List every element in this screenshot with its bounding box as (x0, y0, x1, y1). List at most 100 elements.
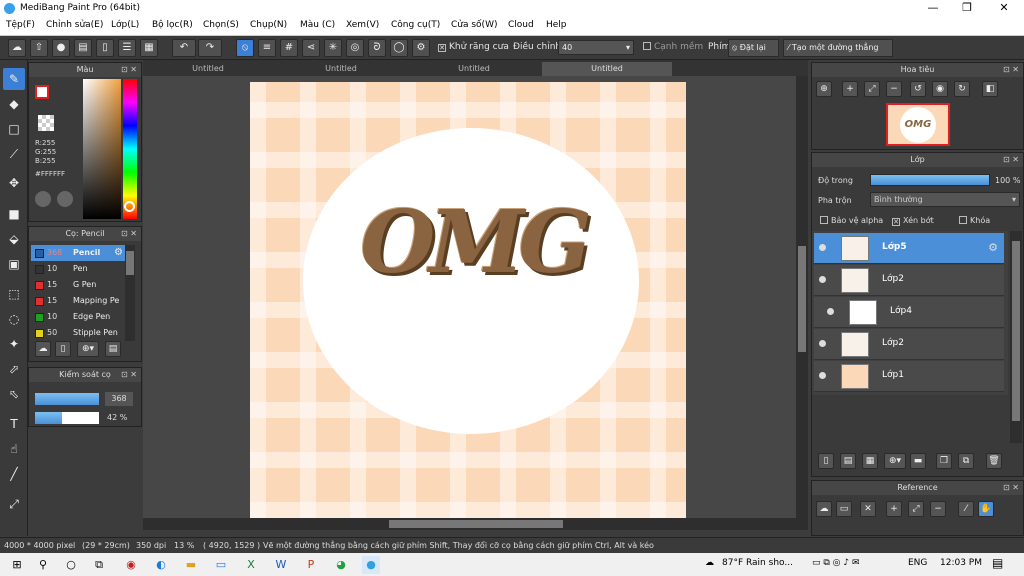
computer-icon[interactable]: ▭ (212, 556, 230, 574)
eye-icon[interactable] (819, 372, 826, 379)
panel-close-icon[interactable]: ⊡ ✕ (1003, 153, 1019, 167)
new-halftone-layer-icon[interactable]: ▤ (840, 453, 856, 469)
word-icon[interactable]: W (272, 556, 290, 574)
drawing-canvas[interactable]: OMG (250, 82, 686, 518)
panel-close-icon[interactable]: ⊡ ✕ (121, 63, 137, 77)
brush-item[interactable]: 10 Pen (31, 261, 125, 277)
gear-icon[interactable]: ⚙ (988, 241, 998, 254)
zoom-fit-icon[interactable]: ⊕ (816, 81, 832, 97)
snap-curve-icon[interactable]: ᘐ (368, 39, 386, 57)
cortana-icon[interactable]: ○ (62, 556, 80, 574)
undo-icon[interactable]: ↶ (172, 39, 196, 57)
reference-zoom-out-icon[interactable]: − (930, 501, 946, 517)
reference-cloud-icon[interactable]: ☁ (816, 501, 832, 517)
protect-alpha-toggle[interactable]: Bảo vệ alpha (820, 216, 883, 225)
edge-toggle[interactable]: Cạnh mềm (643, 42, 703, 52)
operation-tool-icon[interactable]: ☝ (3, 438, 25, 460)
menu-filter[interactable]: Bộ lọc(R) (152, 20, 193, 30)
folder-icon[interactable]: ▬ (910, 453, 926, 469)
navigator-preview[interactable]: OMG (886, 103, 950, 146)
grid-icon[interactable]: ▦ (140, 39, 158, 57)
page-icon[interactable]: ▯ (96, 39, 114, 57)
clipping-checkbox[interactable]: ✕ (892, 218, 900, 226)
brush-item[interactable]: 368 Pencil ⚙ (31, 245, 125, 261)
powerpoint-icon[interactable]: P (302, 556, 320, 574)
cloud-icon[interactable]: ☁ (8, 39, 26, 57)
close-button[interactable]: ✕ (986, 1, 1022, 14)
vertical-scroll-thumb[interactable] (798, 246, 806, 352)
menu-view[interactable]: Xem(V) (346, 20, 379, 30)
zoom-out-icon[interactable]: − (886, 81, 902, 97)
add-layer-menu-icon[interactable]: ⊕▾ (884, 453, 906, 469)
trash-icon[interactable]: 🗑 (986, 453, 1002, 469)
snap-radial-icon[interactable]: ✳ (324, 39, 342, 57)
layer-row[interactable]: Lớp1 (814, 361, 1004, 392)
eraser-tool-icon[interactable]: ◆ (3, 93, 25, 115)
snap-ellipse-icon[interactable]: ◯ (390, 39, 408, 57)
menu-edit[interactable]: Chỉnh sửa(E) (46, 20, 103, 30)
duplicate-layer-icon[interactable]: ❐ (936, 453, 952, 469)
brush-item[interactable]: 15 Mapping Pe (31, 293, 125, 309)
panel-icon[interactable]: ▤ (74, 39, 92, 57)
menu-file[interactable]: Tệp(F) (6, 20, 35, 30)
menu-select[interactable]: Chọn(S) (203, 20, 239, 30)
file-explorer-icon[interactable]: ▬ (182, 556, 200, 574)
magic-wand-tool-icon[interactable]: ✦ (3, 333, 25, 355)
rotate-left-icon[interactable]: ↺ (910, 81, 926, 97)
brush-item[interactable]: 50 Stipple Pen (31, 325, 125, 341)
new-8bit-layer-icon[interactable]: ▦ (862, 453, 878, 469)
horizontal-scrollbar[interactable] (143, 518, 808, 530)
windows-start-icon[interactable]: ⊞ (8, 556, 26, 574)
brush-item[interactable]: 15 G Pen (31, 277, 125, 293)
horizontal-scroll-thumb[interactable] (389, 520, 563, 528)
menu-cloud[interactable]: Cloud (508, 20, 534, 30)
palette-icon[interactable] (35, 191, 51, 207)
brush-tool-icon[interactable]: ✎ (3, 68, 25, 90)
reference-close-icon[interactable]: ✕ (860, 501, 876, 517)
menu-capture[interactable]: Chụp(N) (250, 20, 287, 30)
rectangle-tool-icon[interactable]: □ (3, 118, 25, 140)
new-layer-icon[interactable]: ▯ (818, 453, 834, 469)
select-pen-tool-icon[interactable]: ⬀ (3, 358, 25, 380)
chrome-icon[interactable]: ◕ (332, 556, 350, 574)
lock-checkbox[interactable] (959, 216, 967, 224)
search-icon[interactable]: ⚲ (34, 556, 52, 574)
bucket-tool-icon[interactable]: ⬙ (3, 228, 25, 250)
reference-fit-icon[interactable]: ⤢ (908, 501, 924, 517)
eye-icon[interactable] (827, 308, 834, 315)
saturation-picker[interactable] (83, 79, 121, 219)
snap-parallel-icon[interactable]: ≡ (258, 39, 276, 57)
tab-untitled-active[interactable]: Untitled (542, 62, 672, 76)
snap-grid-icon[interactable]: # (280, 39, 298, 57)
panel-close-icon[interactable]: ⊡ ✕ (1003, 481, 1019, 495)
brush-add-icon[interactable]: ⊕▾ (77, 341, 99, 357)
tray-icons[interactable]: ▭ ⧉ ◎ ♪ ✉ (812, 558, 860, 568)
redo-icon[interactable]: ↷ (198, 39, 222, 57)
layer-row[interactable]: Lớp2 (814, 265, 1004, 296)
brush-item[interactable]: 10 Edge Pen (31, 309, 125, 325)
palette-add-icon[interactable] (57, 191, 73, 207)
brush-scroll-thumb[interactable] (126, 251, 134, 275)
panel-close-icon[interactable]: ⊡ ✕ (1003, 63, 1019, 77)
gradient-tool-icon[interactable]: ▣ (3, 253, 25, 275)
reset-button[interactable]: ⦸ Đặt lại (728, 39, 779, 57)
excel-icon[interactable]: X (242, 556, 260, 574)
layer-scroll-thumb[interactable] (1012, 241, 1020, 421)
upload-icon[interactable]: ⇧ (30, 39, 48, 57)
transparent-color[interactable] (38, 115, 54, 131)
notification-icon[interactable]: ▤ (992, 556, 1003, 570)
select-eraser-tool-icon[interactable]: ⬁ (3, 383, 25, 405)
edge-checkbox[interactable] (643, 42, 651, 50)
brush-new-icon[interactable]: ▯ (55, 341, 71, 357)
menu-tools[interactable]: Công cụ(T) (391, 20, 440, 30)
layer-scrollbar[interactable] (1010, 231, 1022, 443)
snap-perspective-icon[interactable]: ⋖ (302, 39, 320, 57)
move-tool-icon[interactable]: ✥ (3, 172, 25, 194)
reference-eyedropper-icon[interactable]: ⁄ (958, 501, 974, 517)
menu-layer[interactable]: Lớp(L) (111, 20, 139, 30)
rotate-right-icon[interactable]: ↻ (954, 81, 970, 97)
brush-settings-icon[interactable]: ▤ (105, 341, 121, 357)
tab-untitled[interactable]: Untitled (276, 62, 406, 76)
app-icon[interactable]: ◉ (122, 556, 140, 574)
snap-settings-icon[interactable]: ⚙ (412, 39, 430, 57)
